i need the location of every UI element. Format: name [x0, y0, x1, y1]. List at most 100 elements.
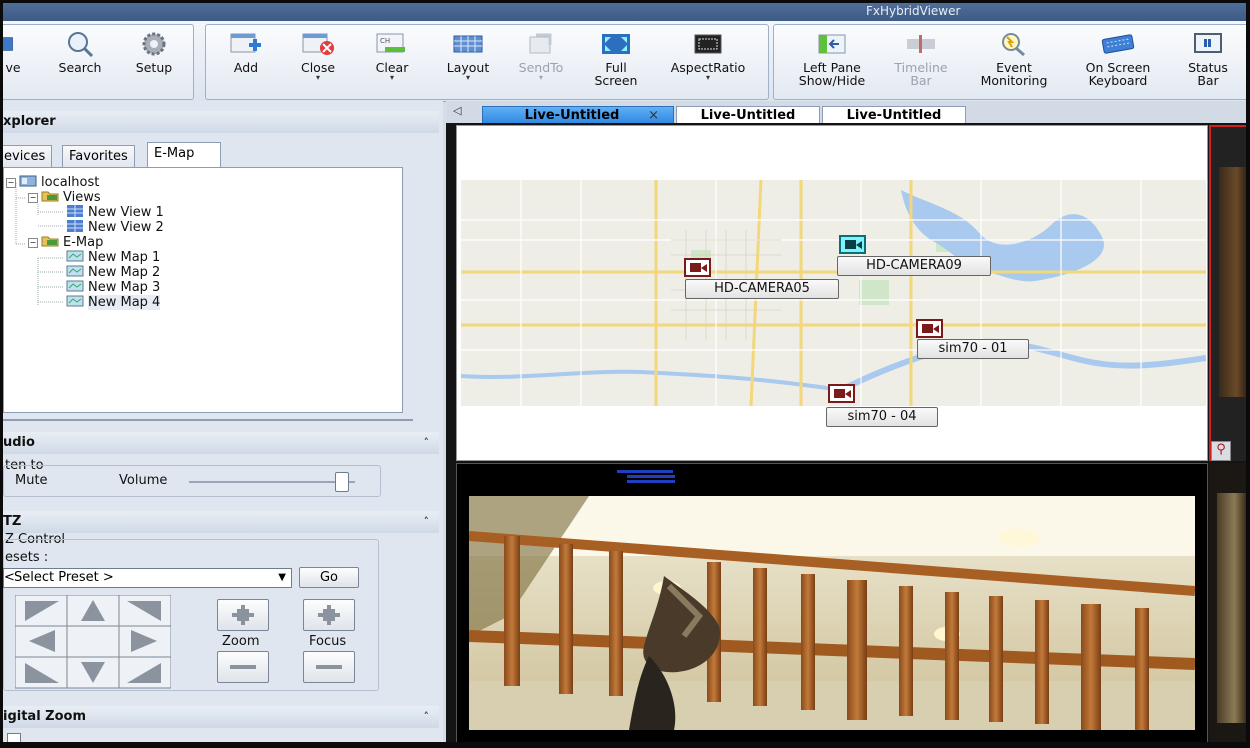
chevron-down-icon[interactable]: ▼ — [278, 569, 286, 587]
collapse-icon[interactable]: − — [6, 178, 16, 188]
camera-feed-right-bottom[interactable] — [1209, 463, 1246, 742]
ptz-header[interactable]: TZ ˄ — [3, 511, 439, 533]
volume-slider-thumb[interactable] — [335, 472, 349, 492]
search-button[interactable]: Search — [50, 27, 110, 97]
selected-channel-panel[interactable]: ⚲ — [1209, 125, 1246, 461]
tree-node-e-map[interactable]: − E-Map — [28, 235, 103, 250]
camera-marker-hd-camera05[interactable] — [684, 258, 711, 277]
magnifier-icon — [68, 32, 94, 57]
sendto-dropdown-arrow[interactable]: ▾ — [510, 74, 572, 82]
aspect-ratio-button[interactable]: AspectRatio ▾ — [656, 27, 760, 97]
tab-e-map[interactable]: E-Map — [147, 142, 221, 169]
zoom-out-button[interactable] — [217, 651, 269, 683]
camera-label-hd-camera05[interactable]: HD-CAMERA05 — [685, 279, 839, 299]
ptz-down-left-button[interactable] — [15, 657, 67, 688]
timeline-bar-button[interactable]: Timeline Bar — [884, 27, 958, 97]
focus-far-button[interactable] — [303, 651, 355, 683]
tree-node-map-1[interactable]: New Map 1 — [66, 250, 160, 265]
tab-scroll-left-icon[interactable]: ◁ — [453, 104, 461, 117]
tree-node-map-2[interactable]: New Map 2 — [66, 265, 160, 280]
camera-video-panel[interactable] — [456, 463, 1208, 742]
zoom-in-button[interactable] — [217, 599, 269, 631]
clear-dropdown-arrow[interactable]: ▾ — [362, 74, 422, 82]
tree-node-view-1[interactable]: New View 1 — [67, 205, 164, 220]
tab-live-untitled-1-label: Live-Untitled — [524, 108, 620, 123]
camera-feed-right-top — [1219, 167, 1246, 397]
digital-zoom-header[interactable]: igital Zoom ˄ — [3, 706, 439, 728]
camera-label-sim70-01[interactable]: sim70 - 01 — [917, 339, 1029, 359]
tab-favorites[interactable]: Favorites — [62, 145, 135, 168]
camera-marker-hd-camera09[interactable] — [839, 235, 866, 254]
ptz-right-button[interactable] — [119, 626, 171, 657]
ptz-down-right-button[interactable] — [119, 657, 171, 688]
sendto-button[interactable]: SendTo ▾ — [510, 27, 572, 97]
camera-marker-sim70-01[interactable] — [916, 319, 943, 338]
event-monitoring-label-2: Monitoring — [980, 73, 1048, 88]
tab-live-untitled-3[interactable]: Live-Untitled — [822, 106, 966, 124]
layout-dropdown-arrow[interactable]: ▾ — [438, 74, 498, 82]
server-icon — [19, 175, 37, 187]
tree-node-map-4[interactable]: New Map 4 — [66, 295, 161, 310]
clear-button[interactable]: CH Clear ▾ — [362, 27, 422, 97]
ptz-up-button[interactable] — [67, 595, 119, 626]
close-tab-icon[interactable]: × — [648, 107, 659, 124]
presets-label: esets : — [5, 550, 49, 565]
tree-node-view-2[interactable]: New View 2 — [67, 220, 164, 235]
emap-panel[interactable]: HD-CAMERA09 HD-CAMERA05 sim70 - 01 sim70… — [456, 125, 1208, 461]
pane-splitter[interactable] — [3, 419, 413, 421]
tree-node-map-3[interactable]: New Map 3 — [66, 280, 160, 295]
on-screen-keyboard-button[interactable]: On Screen Keyboard — [1072, 27, 1164, 97]
volume-slider[interactable] — [189, 472, 355, 492]
save-icon — [3, 37, 13, 51]
ptz-down-button[interactable] — [67, 657, 119, 688]
camera-marker-sim70-04[interactable] — [828, 384, 855, 403]
close-button[interactable]: Close ▾ — [288, 27, 348, 97]
view-icon — [67, 220, 83, 232]
tree-node-views[interactable]: − Views — [28, 190, 101, 205]
audio-header[interactable]: udio ˄ — [3, 432, 439, 454]
go-button[interactable]: Go — [299, 567, 359, 588]
layout-button[interactable]: Layout ▾ — [438, 27, 498, 97]
event-monitoring-icon — [1002, 33, 1025, 57]
collapse-chevron-icon[interactable]: ˄ — [424, 511, 430, 533]
camera-osd-overlay — [617, 468, 697, 490]
preset-select[interactable]: Select Preset > ▼ < — [3, 568, 292, 588]
aspect-ratio-dropdown-arrow[interactable]: ▾ — [656, 74, 760, 82]
tab-e-map-label: E-Map — [154, 146, 195, 161]
plus-icon — [232, 605, 254, 625]
collapse-chevron-icon[interactable]: ˄ — [424, 432, 430, 454]
full-screen-button[interactable]: Full Screen — [586, 27, 646, 97]
digital-zoom-magnifier-icon[interactable]: ⚲ — [1211, 441, 1231, 461]
camera-label-sim70-04[interactable]: sim70 - 04 — [826, 407, 938, 427]
tree-node-localhost-label: localhost — [41, 175, 100, 190]
collapse-chevron-icon[interactable]: ˄ — [424, 706, 430, 728]
focus-near-button[interactable] — [303, 599, 355, 631]
map-icon — [66, 250, 84, 262]
left-pane-label-2: Show/Hide — [798, 73, 866, 88]
ptz-up-right-button[interactable] — [119, 595, 171, 626]
timeline-label-2: Bar — [910, 73, 932, 88]
folder-icon — [41, 236, 59, 247]
close-dropdown-arrow[interactable]: ▾ — [288, 74, 348, 82]
ptz-up-left-button[interactable] — [15, 595, 67, 626]
collapse-icon[interactable]: − — [28, 193, 38, 203]
event-monitoring-button[interactable]: Event Monitoring — [966, 27, 1062, 97]
tree-node-localhost[interactable]: − localhost — [6, 175, 99, 190]
emap-canvas[interactable]: HD-CAMERA09 HD-CAMERA05 sim70 - 01 — [461, 180, 1206, 406]
tab-live-untitled-1[interactable]: Live-Untitled × — [482, 106, 674, 124]
collapse-icon[interactable]: − — [28, 238, 38, 248]
ribbon-group-view: Add Close ▾ CH Clear ▾ Layout ▾ SendTo ▾ — [205, 24, 769, 100]
left-pane-toggle-button[interactable]: Left Pane Show/Hide — [780, 27, 884, 97]
setup-button[interactable]: Setup — [124, 27, 184, 97]
add-button[interactable]: Add — [216, 27, 276, 97]
save-button[interactable]: ve — [3, 27, 24, 97]
title-bar: FxHybridViewer — [3, 3, 1246, 21]
camera-label-hd-camera09[interactable]: HD-CAMERA09 — [837, 256, 991, 276]
folder-icon — [41, 191, 59, 202]
tab-devices[interactable]: evices — [3, 145, 53, 168]
status-bar-button[interactable]: Status Bar — [1178, 27, 1238, 97]
ptz-left-button[interactable] — [15, 626, 67, 657]
digital-zoom-checkbox[interactable] — [7, 733, 21, 742]
tab-live-untitled-2[interactable]: Live-Untitled — [676, 106, 820, 124]
mute-label[interactable]: Mute — [15, 473, 48, 488]
